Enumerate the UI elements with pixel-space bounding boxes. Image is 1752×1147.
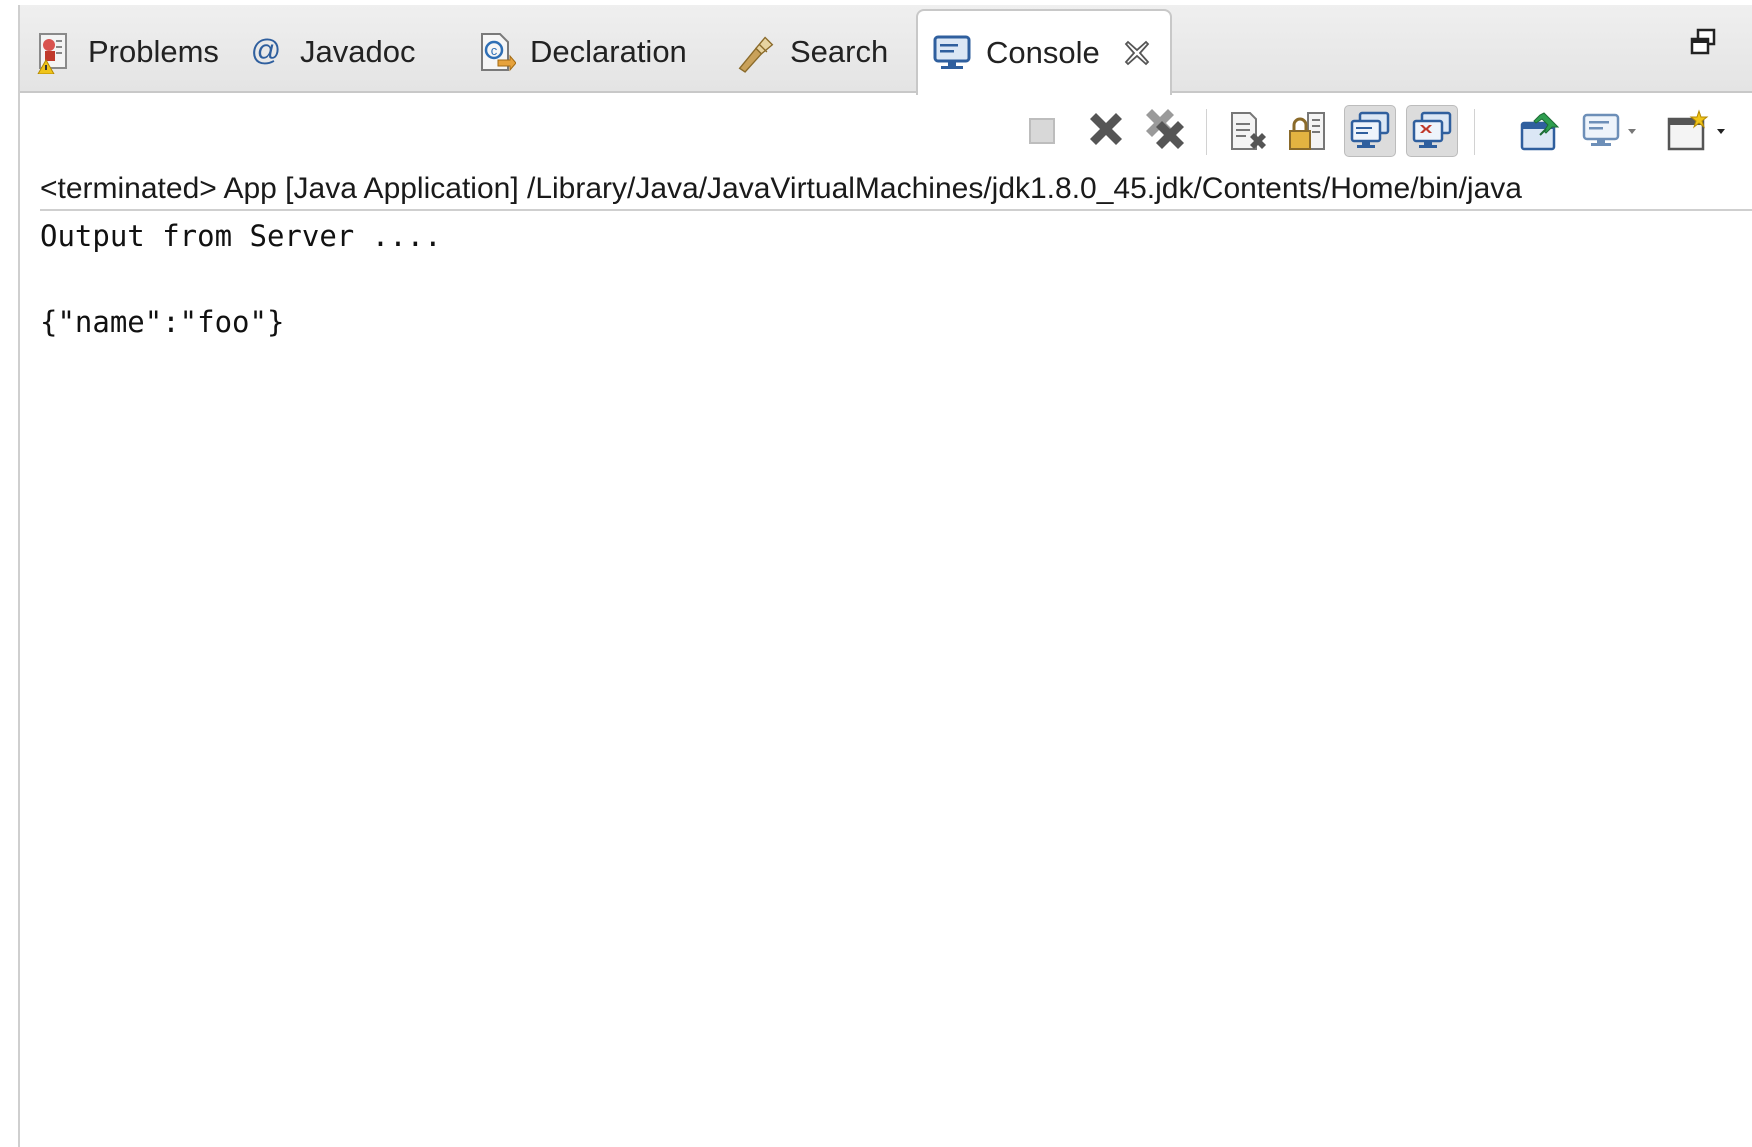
tab-console[interactable]: Console bbox=[916, 9, 1172, 95]
svg-text:c: c bbox=[491, 43, 498, 58]
divider bbox=[40, 209, 1752, 211]
tab-label: Javadoc bbox=[300, 34, 416, 69]
show-on-stdout-icon[interactable] bbox=[1344, 105, 1396, 157]
show-on-stderr-icon[interactable] bbox=[1406, 105, 1458, 157]
console-monitor-icon bbox=[932, 31, 972, 75]
pin-console-icon[interactable] bbox=[1514, 105, 1566, 157]
clear-console-icon[interactable] bbox=[1220, 105, 1272, 157]
tab-label: Problems bbox=[88, 34, 219, 69]
toolbar-separator bbox=[1206, 109, 1207, 155]
console-line: Output from Server .... bbox=[40, 219, 442, 253]
restore-view-icon[interactable] bbox=[1688, 27, 1718, 57]
remove-launch-icon[interactable] bbox=[1080, 105, 1132, 157]
launch-description: <terminated> App [Java Application] /Lib… bbox=[40, 172, 1522, 205]
search-flashlight-icon bbox=[736, 30, 776, 74]
tab-javadoc[interactable]: @ Javadoc bbox=[246, 11, 416, 93]
tab-label: Console bbox=[986, 35, 1100, 70]
tab-declaration[interactable]: c Declaration bbox=[476, 11, 687, 93]
tab-label: Declaration bbox=[530, 34, 687, 69]
tab-search[interactable]: Search bbox=[736, 11, 888, 93]
tab-problems[interactable]: Problems bbox=[34, 11, 219, 93]
toolbar-separator bbox=[1474, 109, 1475, 155]
console-output[interactable]: Output from Server .... {"name":"foo"} bbox=[40, 215, 1742, 1137]
display-selected-console-icon[interactable] bbox=[1578, 105, 1648, 157]
declaration-icon: c bbox=[476, 30, 516, 74]
view-tab-bar: Problems @ Javadoc c Declaration Search … bbox=[20, 5, 1752, 95]
at-icon: @ bbox=[246, 30, 286, 74]
terminate-icon[interactable] bbox=[1016, 105, 1068, 157]
close-icon[interactable] bbox=[1122, 38, 1152, 68]
open-console-icon[interactable] bbox=[1662, 105, 1738, 157]
console-toolbar bbox=[20, 105, 1752, 161]
svg-text:@: @ bbox=[251, 34, 281, 67]
problems-icon bbox=[34, 30, 74, 74]
scroll-lock-icon[interactable] bbox=[1282, 105, 1334, 157]
console-line: {"name":"foo"} bbox=[40, 305, 285, 339]
console-view: Problems @ Javadoc c Declaration Search … bbox=[18, 5, 1752, 1147]
tab-label: Search bbox=[790, 34, 889, 69]
remove-all-terminated-icon[interactable] bbox=[1140, 105, 1192, 157]
